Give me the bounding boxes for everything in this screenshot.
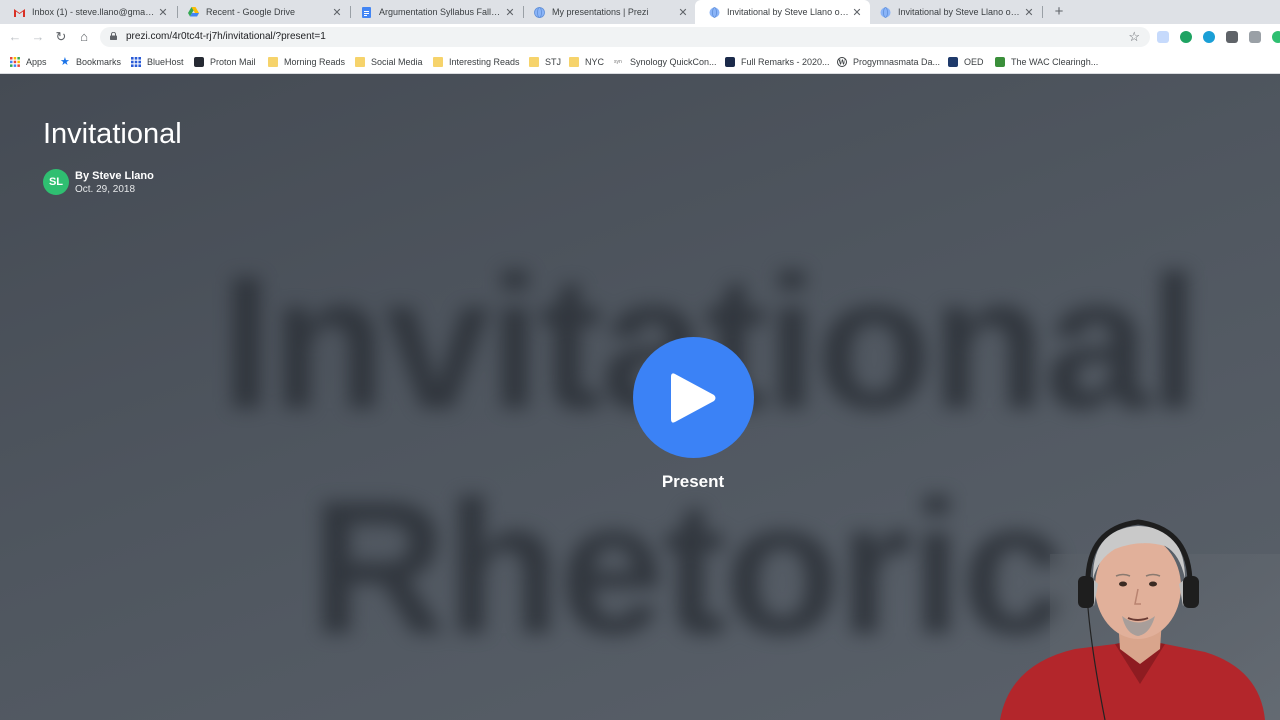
- new-tab-button[interactable]: +: [1050, 3, 1068, 21]
- tab-argumentation-syllabus[interactable]: Argumentation Syllabus Fall 2020 ✕: [347, 0, 523, 24]
- bookmark-label: Synology QuickCon...: [630, 57, 717, 67]
- close-icon[interactable]: ✕: [329, 6, 345, 19]
- presentation-date: Oct. 29, 2018: [75, 184, 136, 195]
- play-icon: [670, 372, 715, 423]
- globe-icon: [709, 6, 720, 18]
- bookmark-interesting-reads[interactable]: Interesting Reads: [433, 55, 520, 69]
- bookmark-label: Proton Mail: [210, 57, 256, 67]
- tab-google-drive[interactable]: Recent - Google Drive ✕: [174, 0, 350, 24]
- google-drive-icon: [188, 7, 199, 18]
- bookmark-label: BlueHost: [147, 57, 184, 67]
- bookmark-label: Social Media: [371, 57, 423, 67]
- star-icon: ★: [60, 56, 70, 68]
- forward-button[interactable]: →: [30, 29, 46, 45]
- bookmark-label: Interesting Reads: [449, 57, 520, 67]
- bookmark-label: Full Remarks - 2020...: [741, 57, 830, 67]
- apps-grid-icon: [10, 57, 20, 67]
- author-name[interactable]: By Steve Llano: [75, 170, 154, 182]
- bookmark-progymnasmata[interactable]: W Progymnasmata Da...: [837, 55, 940, 69]
- bookmark-synology[interactable]: syn Synology QuickCon...: [614, 55, 717, 69]
- bookmark-label: STJ: [545, 57, 562, 67]
- tab-title: Invitational by Steve Llano on Prezi: [898, 7, 1021, 17]
- tab-title: My presentations | Prezi: [552, 7, 649, 17]
- bookmarks-bar: Apps ★ Bookmarks BlueHost Proton Mail Mo…: [0, 50, 1280, 74]
- gmail-icon: [14, 7, 25, 18]
- reload-button[interactable]: ↻: [53, 29, 69, 45]
- wac-icon: [995, 57, 1005, 67]
- home-button[interactable]: ⌂: [76, 29, 92, 45]
- url-text: prezi.com/4r0tc4t-rj7h/invitational/?pre…: [126, 31, 326, 42]
- extension-shield-icon[interactable]: [1226, 31, 1238, 43]
- wordpress-icon: W: [837, 57, 847, 67]
- tab-invitational[interactable]: Invitational by Steve Llano on Prezi ✕: [866, 0, 1042, 24]
- browser-toolbar: ← → ↻ ⌂ prezi.com/4r0tc4t-rj7h/invitatio…: [0, 24, 1280, 50]
- bookmark-bookmarks[interactable]: ★ Bookmarks: [60, 55, 121, 69]
- bookmark-label: Morning Reads: [284, 57, 346, 67]
- bookmark-label: Progymnasmata Da...: [853, 57, 941, 67]
- profile-avatar-icon[interactable]: [1272, 31, 1280, 43]
- folder-icon: [529, 57, 539, 67]
- folder-icon: [268, 57, 278, 67]
- bookmark-oed[interactable]: OED: [948, 55, 984, 69]
- tab-invitational-active[interactable]: Invitational by Steve Llano on Prezi ✕: [695, 0, 870, 24]
- bluehost-icon: [131, 57, 141, 67]
- bookmark-label: Apps: [26, 57, 47, 67]
- present-play-button[interactable]: [633, 337, 754, 458]
- tab-title: Argumentation Syllabus Fall 2020: [379, 7, 502, 17]
- bookmark-stj[interactable]: STJ: [529, 55, 561, 69]
- back-button[interactable]: ←: [7, 29, 23, 45]
- bookmark-bluehost[interactable]: BlueHost: [131, 55, 184, 69]
- bookmark-star-icon[interactable]: ☆: [1128, 29, 1140, 45]
- browser-tab-strip: Inbox (1) - steve.llano@gmail.com ✕ Rece…: [0, 0, 1280, 24]
- tab-title: Recent - Google Drive: [206, 7, 296, 17]
- globe-icon: [534, 6, 545, 18]
- presenter-webcam-overlay: [1000, 519, 1280, 720]
- google-docs-icon: [361, 6, 372, 18]
- folder-icon: [569, 57, 579, 67]
- bookmark-full-remarks[interactable]: Full Remarks - 2020...: [725, 55, 830, 69]
- extension-circle-icon[interactable]: [1203, 31, 1215, 43]
- tab-title: Inbox (1) - steve.llano@gmail.com: [32, 7, 155, 17]
- presentation-title: Invitational: [43, 118, 182, 150]
- extension-evernote-icon[interactable]: [1180, 31, 1192, 43]
- tab-my-presentations[interactable]: My presentations | Prezi ✕: [520, 0, 696, 24]
- oed-icon: [948, 57, 958, 67]
- author-avatar: SL: [43, 169, 69, 195]
- bookmark-morning-reads[interactable]: Morning Reads: [268, 55, 345, 69]
- close-icon[interactable]: ✕: [849, 6, 865, 19]
- bookmark-label: NYC: [585, 57, 605, 67]
- close-icon[interactable]: ✕: [675, 6, 691, 19]
- site-icon: [725, 57, 735, 67]
- folder-icon: [433, 57, 443, 67]
- bookmark-nyc[interactable]: NYC: [569, 55, 604, 69]
- folder-icon: [355, 57, 365, 67]
- presentation-viewer: Invitational Rhetoric Invitational SL By…: [0, 74, 1280, 720]
- tab-separator: [1042, 6, 1043, 18]
- bookmark-label: The WAC Clearingh...: [1011, 57, 1099, 67]
- extension-cast-icon[interactable]: [1249, 31, 1261, 43]
- close-icon[interactable]: ✕: [502, 6, 518, 19]
- address-bar[interactable]: prezi.com/4r0tc4t-rj7h/invitational/?pre…: [100, 27, 1150, 47]
- tab-gmail[interactable]: Inbox (1) - steve.llano@gmail.com ✕: [0, 0, 176, 24]
- globe-icon: [880, 6, 891, 18]
- lock-icon: [110, 32, 117, 40]
- bookmark-wac-clearinghouse[interactable]: The WAC Clearingh...: [995, 55, 1098, 69]
- tab-title: Invitational by Steve Llano on Prezi: [727, 7, 849, 17]
- synology-icon: syn: [614, 59, 622, 65]
- present-label[interactable]: Present: [593, 472, 793, 492]
- bookmark-proton-mail[interactable]: Proton Mail: [194, 55, 256, 69]
- bookmark-apps[interactable]: Apps: [10, 55, 47, 69]
- protonmail-icon: [194, 57, 204, 67]
- close-icon[interactable]: ✕: [155, 6, 171, 19]
- close-icon[interactable]: ✕: [1021, 6, 1037, 19]
- extension-doc-icon[interactable]: [1157, 31, 1169, 43]
- bookmark-label: OED: [964, 57, 984, 67]
- bookmark-label: Bookmarks: [76, 57, 122, 67]
- bookmark-social-media[interactable]: Social Media: [355, 55, 423, 69]
- svg-text:W: W: [837, 59, 846, 67]
